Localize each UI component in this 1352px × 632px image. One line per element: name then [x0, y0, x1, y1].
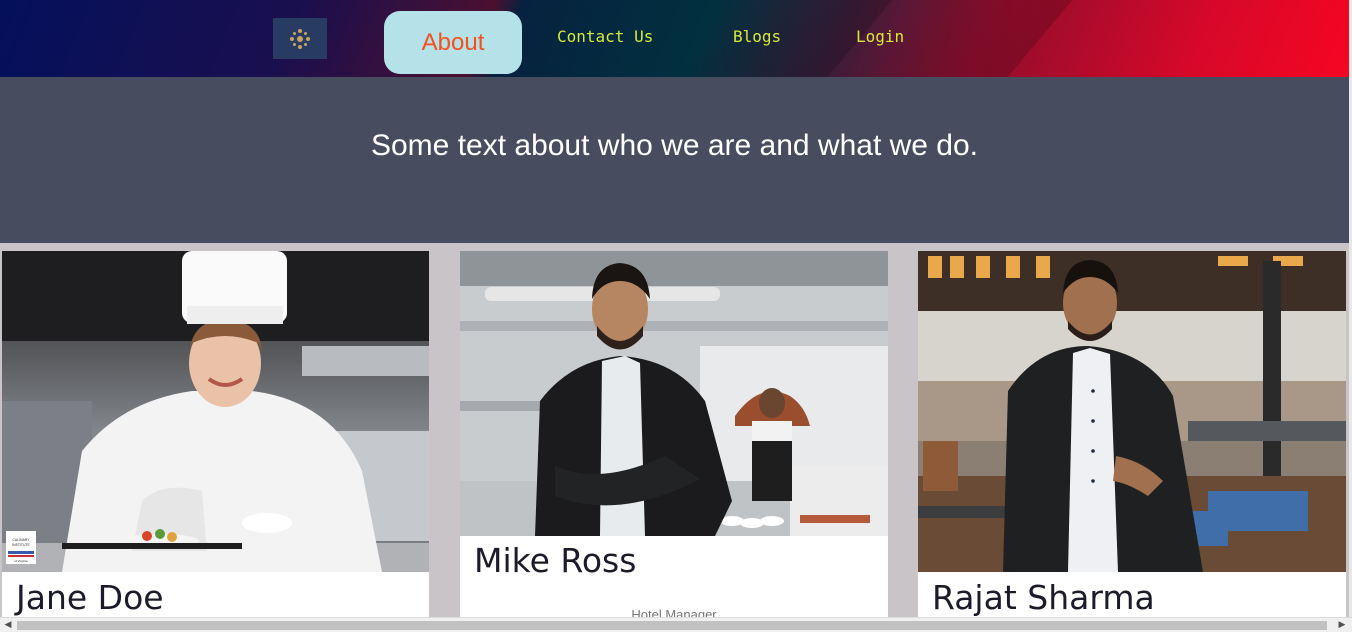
scroll-left-icon[interactable]: ◀ — [2, 620, 14, 630]
member-name: Jane Doe — [16, 578, 164, 617]
scrollbar-thumb[interactable] — [17, 621, 1327, 630]
member-name: Mike Ross — [474, 541, 637, 580]
nav-contact-us[interactable]: Contact Us — [557, 26, 653, 48]
team-card-mike: Mike Ross Hotel Manager — [460, 251, 888, 631]
nav-login[interactable]: Login — [856, 26, 904, 48]
scroll-right-icon[interactable]: ▶ — [1336, 620, 1348, 630]
hero-text: Some text about who we are and what we d… — [370, 129, 979, 162]
svg-text:INSTITUTE: INSTITUTE — [12, 543, 30, 547]
chef-photo: CULINARY INSTITUTE of Virginia — [2, 251, 429, 572]
member-name: Rajat Sharma — [932, 578, 1155, 617]
ornament-logo-icon — [290, 28, 310, 49]
nav-blogs[interactable]: Blogs — [733, 26, 781, 48]
nav-about[interactable]: About — [384, 11, 522, 74]
svg-text:of Virginia: of Virginia — [14, 559, 28, 563]
horizontal-scrollbar[interactable]: ◀ ▶ — [0, 617, 1352, 632]
manager-photo — [460, 251, 888, 536]
svg-text:CULINARY: CULINARY — [12, 538, 30, 542]
restaurant-owner-photo — [918, 251, 1346, 572]
team-card-jane: CULINARY INSTITUTE of Virginia Jane Doe — [2, 251, 429, 631]
team-card-rajat: Rajat Sharma — [918, 251, 1346, 631]
top-navbar: About Contact Us Blogs Login — [0, 0, 1349, 77]
logo[interactable] — [273, 18, 327, 59]
about-hero: Some text about who we are and what we d… — [0, 77, 1349, 243]
